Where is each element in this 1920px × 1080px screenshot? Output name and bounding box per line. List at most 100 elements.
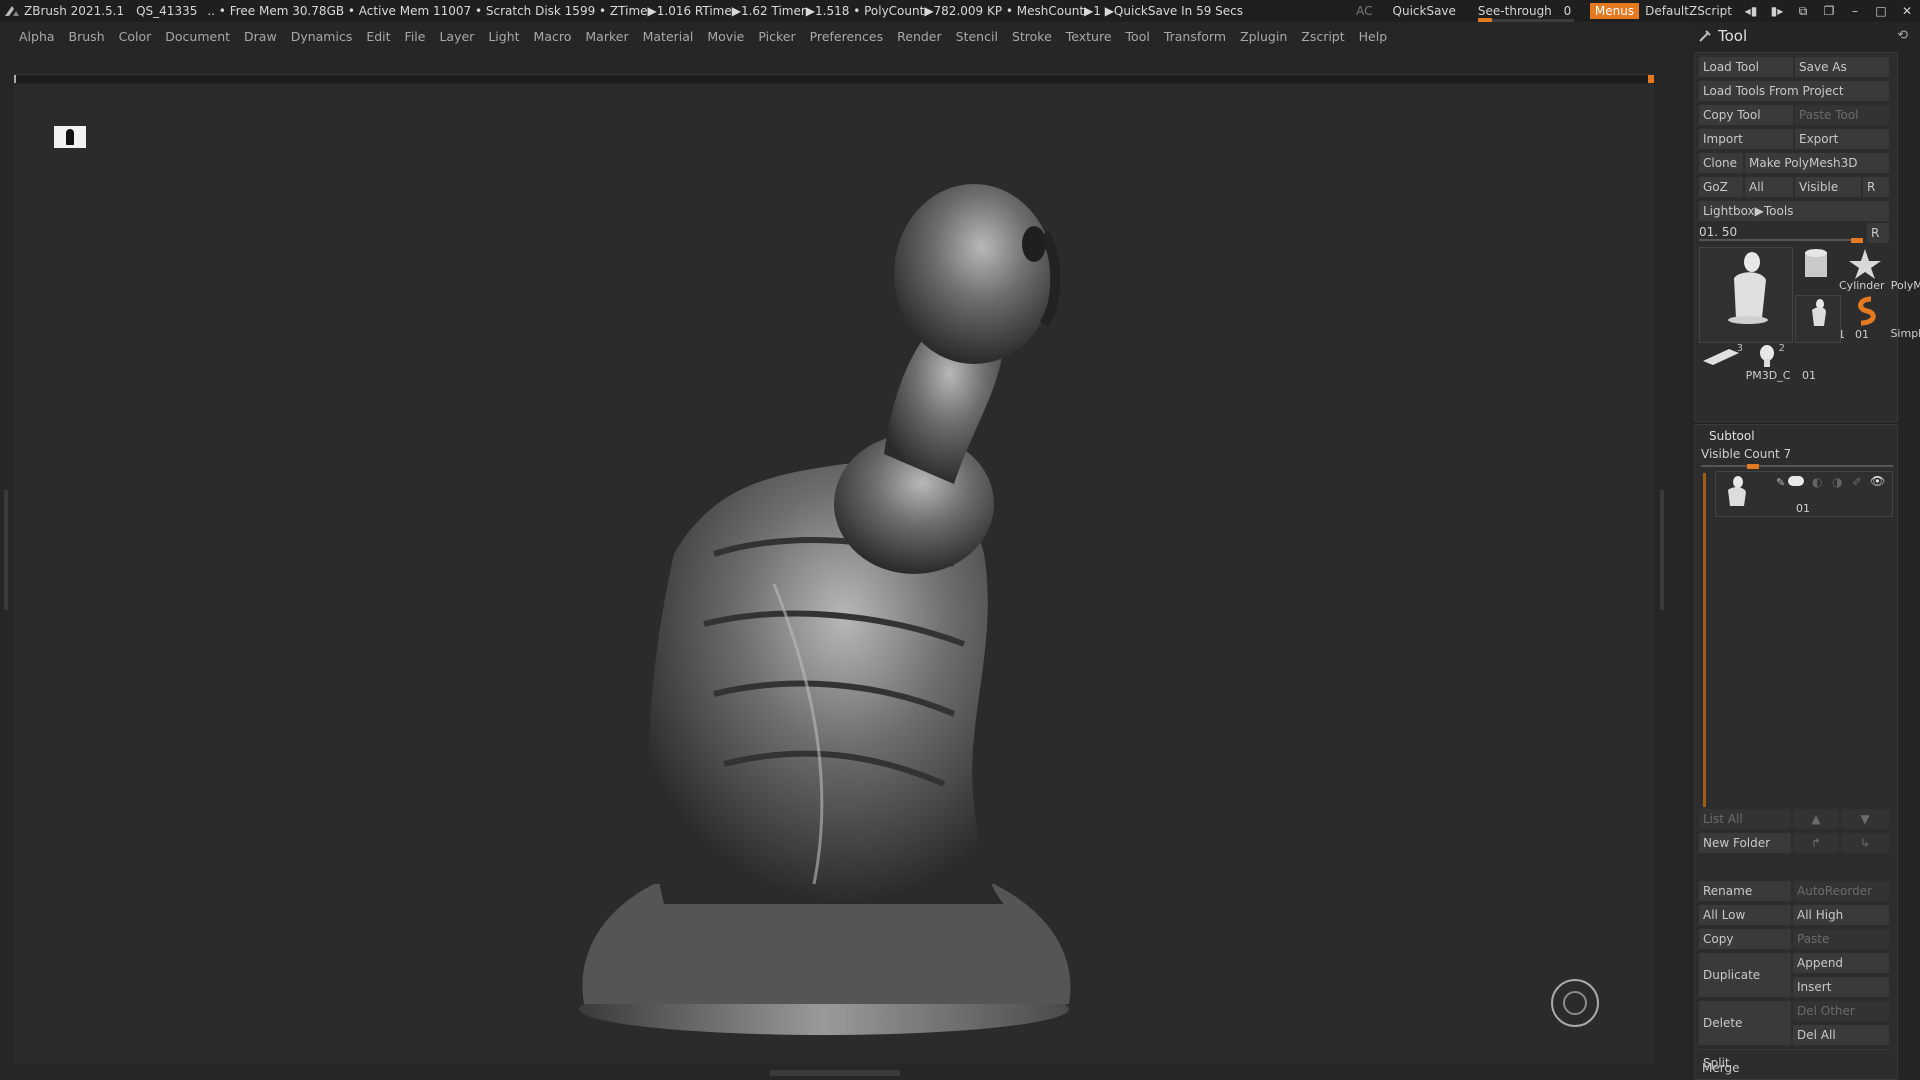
subtool-tweak-icon[interactable]: ✐ — [1852, 475, 1862, 489]
layout-right-icon[interactable]: ▮▸ — [1764, 4, 1790, 18]
new-folder-button[interactable]: New Folder — [1699, 833, 1791, 853]
menu-light[interactable]: Light — [488, 29, 519, 44]
menu-tool[interactable]: Tool — [1126, 29, 1150, 44]
tool-thumb-head[interactable]: 2 01 — [1749, 343, 1816, 383]
move-up-icon[interactable]: ▲ — [1793, 809, 1839, 829]
append-button[interactable]: Append — [1793, 953, 1889, 973]
window-stack-icon[interactable]: ⧉ — [1790, 4, 1816, 19]
menu-alpha[interactable]: Alpha — [19, 29, 55, 44]
tool-slider[interactable]: 01. 50 R — [1695, 223, 1893, 243]
close-icon[interactable]: ✕ — [1894, 4, 1920, 18]
minimize-icon[interactable]: – — [1842, 4, 1868, 18]
menu-render[interactable]: Render — [897, 29, 942, 44]
menu-color[interactable]: Color — [119, 29, 152, 44]
menu-stencil[interactable]: Stencil — [956, 29, 998, 44]
navigation-gizmo[interactable] — [1551, 979, 1599, 1027]
menu-zscript[interactable]: Zscript — [1301, 29, 1344, 44]
move-out-folder-icon[interactable]: ↳ — [1841, 833, 1889, 853]
tool-thumb-polymesh[interactable]: PolyMes — [1841, 247, 1920, 293]
menus-button[interactable]: Menus — [1589, 3, 1640, 19]
lightbox-tools-button[interactable]: Lightbox▶Tools — [1699, 201, 1889, 221]
subtool-toggle-icon[interactable] — [1788, 476, 1804, 486]
menu-transform[interactable]: Transform — [1164, 29, 1226, 44]
tool-thumb-small[interactable]: 01 — [1795, 295, 1869, 343]
del-other-button[interactable]: Del Other — [1793, 1001, 1889, 1021]
bottom-tray-handle[interactable] — [770, 1070, 900, 1076]
load-tool-button[interactable]: Load Tool — [1699, 57, 1793, 77]
menu-layer[interactable]: Layer — [439, 29, 474, 44]
insert-button[interactable]: Insert — [1793, 977, 1889, 997]
all-high-button[interactable]: All High — [1793, 905, 1889, 925]
subtool-eye-icon[interactable]: 👁 — [1870, 474, 1885, 488]
delete-button[interactable]: Delete — [1699, 1001, 1791, 1045]
tool-slider-knob[interactable] — [1851, 238, 1863, 243]
load-tools-from-project-button[interactable]: Load Tools From Project — [1699, 81, 1889, 101]
save-as-button[interactable]: Save As — [1795, 57, 1889, 77]
menu-document[interactable]: Document — [165, 29, 230, 44]
paste-tool-button[interactable]: Paste Tool — [1795, 105, 1889, 125]
menu-picker[interactable]: Picker — [758, 29, 795, 44]
copy-subtool-button[interactable]: Copy — [1699, 929, 1791, 949]
menu-brush[interactable]: Brush — [69, 29, 105, 44]
menu-help[interactable]: Help — [1359, 29, 1388, 44]
all-low-button[interactable]: All Low — [1699, 905, 1791, 925]
goz-button[interactable]: GoZ — [1699, 177, 1743, 197]
left-tray-handle[interactable] — [4, 490, 8, 610]
subtool-item[interactable]: ✎ ◐ ◑ ✐ 👁 01 — [1715, 471, 1893, 517]
del-all-button[interactable]: Del All — [1793, 1025, 1889, 1045]
default-zscript-button[interactable]: DefaultZScript — [1645, 4, 1732, 18]
refresh-icon[interactable]: ⟲ — [1897, 28, 1908, 43]
menu-edit[interactable]: Edit — [366, 29, 390, 44]
merge-menu[interactable]: Merge — [1698, 1058, 1894, 1078]
timeline-ruler[interactable] — [14, 74, 1654, 83]
menu-stroke[interactable]: Stroke — [1012, 29, 1052, 44]
list-all-button[interactable]: List All — [1699, 809, 1791, 829]
right-tray-handle[interactable] — [1660, 490, 1664, 610]
see-through-slider[interactable]: See-through 0 — [1477, 4, 1574, 23]
import-button[interactable]: Import — [1699, 129, 1793, 149]
paste-subtool-button[interactable]: Paste — [1793, 929, 1889, 949]
ac-indicator[interactable]: AC — [1356, 4, 1372, 18]
window-restore-icon[interactable]: ❐ — [1816, 4, 1842, 18]
goz-all-button[interactable]: All — [1745, 177, 1793, 197]
export-button[interactable]: Export — [1795, 129, 1889, 149]
goz-visible-button[interactable]: Visible — [1795, 177, 1861, 197]
viewport-canvas[interactable] — [14, 84, 1654, 1064]
sculpt-model[interactable] — [14, 84, 1654, 1064]
move-down-icon[interactable]: ▼ — [1841, 809, 1889, 829]
subtool-title[interactable]: Subtool — [1709, 429, 1755, 443]
tool-palette-header[interactable]: Tool ⟲ — [1698, 22, 1912, 50]
maximize-icon[interactable]: □ — [1868, 4, 1894, 18]
timeline-marker[interactable] — [1648, 75, 1654, 83]
goz-r-button[interactable]: R — [1863, 177, 1889, 197]
duplicate-button[interactable]: Duplicate — [1699, 953, 1791, 997]
menu-movie[interactable]: Movie — [707, 29, 744, 44]
clone-button[interactable]: Clone — [1699, 153, 1743, 173]
copy-tool-button[interactable]: Copy Tool — [1699, 105, 1793, 125]
tool-slider-r-button[interactable]: R — [1867, 223, 1889, 243]
subtool-dynamesh-icon[interactable]: ◐ — [1812, 475, 1822, 489]
subtool-brush-icon[interactable]: ✎ — [1776, 476, 1785, 489]
menu-material[interactable]: Material — [643, 29, 694, 44]
tool-thumb-simplebrush[interactable]: SimpleB — [1841, 295, 1920, 341]
menu-file[interactable]: File — [405, 29, 426, 44]
subtool-scrollbar[interactable] — [1703, 473, 1706, 807]
make-polymesh3d-button[interactable]: Make PolyMesh3D — [1745, 153, 1889, 173]
layout-left-icon[interactable]: ◂▮ — [1738, 4, 1764, 18]
tool-thumb-cylinder[interactable]: Cylinder — [1795, 247, 1885, 293]
tool-thumb-pm3d[interactable]: 3 PM3D_C — [1699, 343, 1790, 383]
rename-button[interactable]: Rename — [1699, 881, 1791, 901]
subtool-polypaint-icon[interactable]: ◑ — [1832, 475, 1842, 489]
visible-count-slider[interactable] — [1697, 449, 1899, 469]
menu-texture[interactable]: Texture — [1066, 29, 1112, 44]
autoreorder-button[interactable]: AutoReorder — [1793, 881, 1889, 901]
menu-preferences[interactable]: Preferences — [810, 29, 884, 44]
menu-zplugin[interactable]: Zplugin — [1240, 29, 1287, 44]
visible-count-knob[interactable] — [1747, 464, 1759, 469]
menu-draw[interactable]: Draw — [244, 29, 277, 44]
menu-dynamics[interactable]: Dynamics — [291, 29, 353, 44]
move-to-folder-icon[interactable]: ↱ — [1793, 833, 1839, 853]
quicksave-button[interactable]: QuickSave — [1393, 4, 1456, 18]
tool-thumb-main[interactable]: 01 — [1699, 247, 1845, 343]
tool-pin-icon[interactable] — [1698, 29, 1712, 43]
